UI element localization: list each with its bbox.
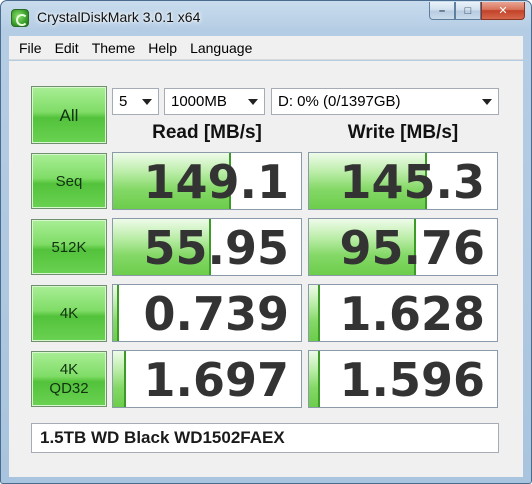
close-icon: ✕: [498, 5, 508, 17]
window-title: CrystalDiskMark 3.0.1 x64: [37, 9, 201, 25]
4k-write-result: 1.628: [308, 284, 498, 342]
4k-read-value: 0.739: [143, 287, 289, 341]
4k-qd32-write-value: 1.596: [339, 353, 485, 407]
menu-language[interactable]: Language: [184, 40, 259, 56]
4k-qd32-test-button[interactable]: 4K QD32: [31, 351, 107, 407]
minimize-icon: –: [438, 4, 446, 17]
write-column-header: Write [MB/s]: [347, 122, 459, 143]
run-all-button[interactable]: All: [31, 86, 107, 144]
512k-write-value: 95.76: [339, 221, 485, 275]
4k-read-result: 0.739: [112, 284, 302, 342]
drive-select[interactable]: D: 0% (0/1397GB): [271, 88, 499, 115]
title-bar[interactable]: CrystalDiskMark 3.0.1 x64 – □ ✕: [1, 1, 531, 35]
test-size-select[interactable]: 1000MB: [164, 88, 265, 115]
menu-edit[interactable]: Edit: [49, 40, 86, 56]
crystaldiskmark-app-icon[interactable]: [11, 9, 29, 27]
seq-read-result: 149.1: [112, 152, 302, 210]
4k-qd32-read-result: 1.697: [112, 350, 302, 408]
test-count-value: 5: [119, 93, 128, 110]
chevron-down-icon: [482, 99, 492, 105]
main-panel: All 5 1000MB D: 0% (0/1397GB) Read [MB/s…: [9, 61, 523, 477]
close-button[interactable]: ✕: [481, 2, 525, 20]
4k-write-value: 1.628: [339, 287, 485, 341]
read-column-header: Read [MB/s]: [152, 122, 262, 143]
maximize-icon: □: [464, 4, 472, 17]
app-window: CrystalDiskMark 3.0.1 x64 – □ ✕ File Edi…: [0, 0, 532, 484]
chevron-down-icon: [142, 99, 152, 105]
4k-qd32-write-bar: [309, 351, 321, 407]
test-size-value: 1000MB: [171, 93, 227, 110]
512k-read-value: 55.95: [143, 221, 289, 275]
chevron-down-icon: [248, 99, 258, 105]
512k-test-button[interactable]: 512K: [31, 219, 107, 275]
drive-value: D: 0% (0/1397GB): [278, 93, 401, 110]
window-controls: – □ ✕: [429, 2, 525, 20]
maximize-button[interactable]: □: [455, 2, 481, 20]
512k-read-result: 55.95: [112, 218, 302, 276]
menu-file[interactable]: File: [13, 40, 49, 56]
minimize-button[interactable]: –: [429, 2, 455, 20]
menu-bar: File Edit Theme Help Language: [9, 36, 523, 60]
menu-help[interactable]: Help: [142, 40, 184, 56]
4k-qd32-read-value: 1.697: [143, 353, 289, 407]
seq-read-value: 149.1: [143, 155, 289, 209]
seq-write-value: 145.3: [339, 155, 485, 209]
4k-qd32-write-result: 1.596: [308, 350, 498, 408]
4k-read-bar: [113, 285, 119, 341]
menu-theme[interactable]: Theme: [86, 40, 143, 56]
seq-write-result: 145.3: [308, 152, 498, 210]
4k-qd32-read-bar: [113, 351, 127, 407]
4k-test-button[interactable]: 4K: [31, 285, 107, 342]
4k-write-bar: [309, 285, 321, 341]
seq-test-button[interactable]: Seq: [31, 153, 107, 209]
comment-field[interactable]: 1.5TB WD Black WD1502FAEX: [31, 423, 499, 453]
512k-write-result: 95.76: [308, 218, 498, 276]
test-count-select[interactable]: 5: [112, 88, 159, 115]
